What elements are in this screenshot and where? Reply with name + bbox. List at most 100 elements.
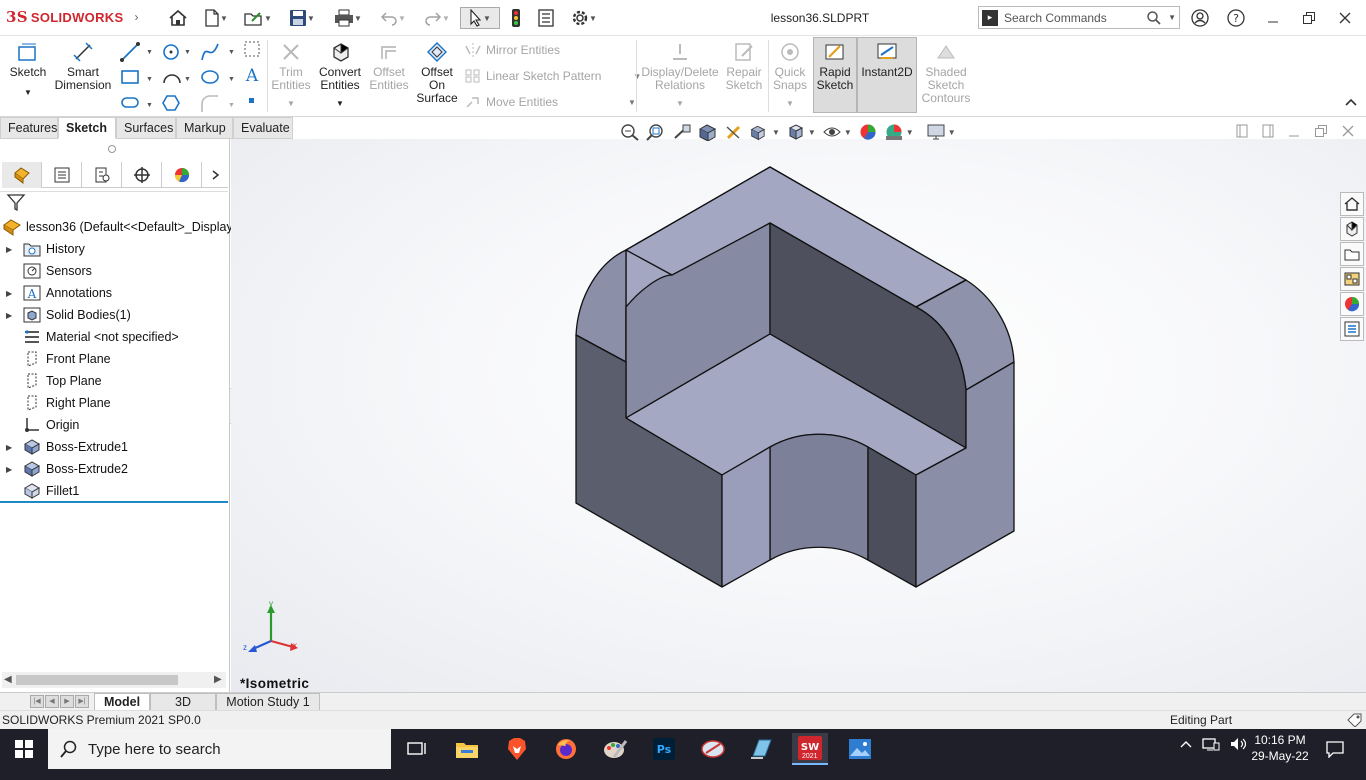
doc-restore-icon[interactable] bbox=[1314, 124, 1328, 138]
tab-features[interactable]: Features bbox=[0, 117, 58, 139]
tree-item-annotations[interactable]: ▶ A Annotations bbox=[0, 282, 112, 304]
line-tool-icon[interactable] bbox=[120, 42, 140, 62]
display-delete-relations-button[interactable]: Display/Delete Relations ▼ bbox=[640, 41, 720, 110]
slot-tool-icon[interactable] bbox=[121, 97, 139, 108]
offset-entities-button[interactable]: Offset Entities bbox=[367, 41, 411, 92]
expand-arrow-icon[interactable]: ▶ bbox=[6, 311, 18, 320]
network-icon[interactable] bbox=[1202, 737, 1220, 751]
first-tab-icon[interactable]: |◀ bbox=[30, 695, 44, 708]
tree-item-top-plane[interactable]: Top Plane bbox=[0, 370, 102, 392]
tree-item-fillet1[interactable]: Fillet1 bbox=[0, 480, 79, 502]
repair-sketch-button[interactable]: Repair Sketch bbox=[722, 41, 766, 92]
solidworks-logo[interactable]: 3S SOLIDWORKS › bbox=[6, 8, 139, 26]
scroll-thumb[interactable] bbox=[16, 675, 178, 685]
doc-minimize-icon[interactable] bbox=[1288, 124, 1300, 138]
scroll-right-icon[interactable]: ▶ bbox=[214, 674, 222, 685]
design-library-icon[interactable] bbox=[1340, 217, 1364, 241]
mirror-entities-button[interactable]: Mirror Entities bbox=[464, 42, 560, 58]
expand-arrow-icon[interactable]: ▶ bbox=[6, 443, 18, 452]
solidworks-taskbar-icon[interactable]: SW 2021 bbox=[792, 733, 828, 765]
tree-item-origin[interactable]: Origin bbox=[0, 414, 79, 436]
view-orientation-dropdown-icon[interactable]: ▼ bbox=[772, 128, 780, 137]
circle-tool-icon[interactable] bbox=[163, 44, 179, 60]
panel-grip-icon[interactable] bbox=[108, 145, 116, 153]
trim-entities-button[interactable]: Trim Entities ▼ bbox=[270, 41, 312, 110]
tab-motion-study-1[interactable]: Motion Study 1 bbox=[216, 693, 320, 711]
menu-arrow-icon[interactable]: › bbox=[134, 10, 138, 24]
tile-right-icon[interactable] bbox=[1262, 124, 1274, 138]
taskbar-search-box[interactable]: Type here to search bbox=[48, 729, 391, 769]
panel-horizontal-scrollbar[interactable]: ◀ ▶ bbox=[2, 672, 226, 688]
expand-arrow-icon[interactable]: ▶ bbox=[6, 289, 18, 298]
display-manager-tab-icon[interactable] bbox=[162, 162, 202, 188]
view-settings-monitor-icon[interactable] bbox=[926, 123, 946, 141]
new-document-icon[interactable]: ▼ bbox=[198, 7, 234, 29]
brave-browser-icon[interactable] bbox=[502, 735, 532, 763]
shaded-sketch-contours-button[interactable]: Shaded Sketch Contours bbox=[920, 41, 972, 105]
previous-view-icon[interactable] bbox=[672, 123, 692, 141]
notifications-icon[interactable] bbox=[1320, 735, 1350, 763]
select-pointer-icon[interactable]: ▼ bbox=[460, 7, 500, 29]
zoom-to-fit-icon[interactable] bbox=[620, 123, 640, 141]
search-commands-box[interactable]: ▸ Search Commands ▼ bbox=[978, 6, 1180, 29]
home-icon[interactable] bbox=[166, 7, 190, 29]
dynamic-annotation-views-icon[interactable] bbox=[724, 123, 744, 141]
next-tab-icon[interactable]: ▶ bbox=[60, 695, 74, 708]
file-properties-icon[interactable] bbox=[536, 7, 556, 29]
apply-scene-icon[interactable] bbox=[884, 123, 904, 141]
linear-sketch-pattern-button[interactable]: Linear Sketch Pattern ▼ bbox=[464, 68, 641, 84]
apply-scene-dropdown-icon[interactable]: ▼ bbox=[906, 128, 914, 137]
isometric-part-model[interactable] bbox=[231, 139, 1366, 692]
customize-status-icon[interactable] bbox=[1347, 713, 1363, 727]
sketch-button[interactable]: Sketch ▼ bbox=[6, 41, 50, 99]
fillet-sketch-icon[interactable] bbox=[201, 95, 218, 112]
display-style-icon[interactable] bbox=[786, 123, 806, 141]
save-icon[interactable]: ▼ bbox=[284, 7, 320, 29]
minimize-icon[interactable] bbox=[1263, 9, 1283, 27]
offset-on-surface-button[interactable]: Offset On Surface bbox=[414, 41, 460, 105]
last-tab-icon[interactable]: ▶| bbox=[75, 695, 89, 708]
search-input[interactable]: Search Commands bbox=[1004, 11, 1140, 25]
custom-properties-icon[interactable] bbox=[1340, 317, 1364, 341]
tree-item-sensors[interactable]: Sensors bbox=[0, 260, 92, 282]
hide-show-dropdown-icon[interactable]: ▼ bbox=[844, 128, 852, 137]
construction-geometry-icon[interactable] bbox=[244, 41, 260, 57]
expand-arrow-icon[interactable]: ▶ bbox=[6, 245, 18, 254]
tray-overflow-chevron-icon[interactable] bbox=[1180, 739, 1192, 749]
tree-item-history[interactable]: ▶ History bbox=[0, 238, 85, 260]
appearances-scenes-icon[interactable] bbox=[1340, 292, 1364, 316]
tree-item-right-plane[interactable]: Right Plane bbox=[0, 392, 111, 414]
hide-show-items-icon[interactable] bbox=[822, 123, 842, 141]
tree-item-solid-bodies-1[interactable]: ▶ Solid Bodies(1) bbox=[0, 304, 131, 326]
move-entities-button[interactable]: Move Entities ▼ bbox=[464, 94, 636, 110]
sketch-text-icon[interactable]: A bbox=[245, 66, 259, 86]
open-document-icon[interactable]: ▼ bbox=[240, 7, 276, 29]
restore-icon[interactable] bbox=[1299, 9, 1319, 27]
photos-app-icon[interactable] bbox=[845, 735, 875, 763]
tree-item-boss-extrude2[interactable]: ▶ Boss-Extrude2 bbox=[0, 458, 128, 480]
instant2d-button[interactable]: Instant2D bbox=[857, 37, 917, 113]
display-style-dropdown-icon[interactable]: ▼ bbox=[808, 128, 816, 137]
tree-item-material-not-specified[interactable]: Material <not specified> bbox=[0, 326, 179, 348]
solidworks-resources-home-icon[interactable] bbox=[1340, 192, 1364, 216]
options-gear-icon[interactable]: ▼ bbox=[566, 7, 602, 29]
file-explorer-icon[interactable] bbox=[1340, 242, 1364, 266]
help-icon[interactable]: ? bbox=[1226, 9, 1246, 27]
tab-surfaces[interactable]: Surfaces bbox=[116, 117, 176, 139]
prev-tab-icon[interactable]: ◀ bbox=[45, 695, 59, 708]
search-icon[interactable] bbox=[1146, 10, 1162, 26]
file-explorer-taskbar-icon[interactable] bbox=[452, 735, 482, 763]
convert-entities-button[interactable]: Convert Entities ▼ bbox=[316, 41, 364, 110]
tab-3d-views[interactable]: 3D Views bbox=[150, 693, 216, 725]
photoshop-icon[interactable]: Ps bbox=[649, 735, 679, 763]
taskbar-clock[interactable]: 10:16 PM 29-May-22 bbox=[1250, 732, 1310, 764]
undo-icon[interactable]: ▼ bbox=[374, 7, 412, 29]
taskbar-search-input[interactable]: Type here to search bbox=[88, 741, 221, 758]
tree-item-boss-extrude1[interactable]: ▶ Boss-Extrude1 bbox=[0, 436, 128, 458]
rapid-sketch-button[interactable]: Rapid Sketch bbox=[813, 37, 857, 113]
ellipse-tool-icon[interactable] bbox=[201, 70, 219, 84]
point-tool-icon[interactable] bbox=[249, 98, 254, 103]
redo-icon[interactable]: ▼ bbox=[418, 7, 456, 29]
print-icon[interactable]: ▼ bbox=[328, 7, 368, 29]
panel-tabs-more-chevron-icon[interactable] bbox=[202, 162, 228, 188]
